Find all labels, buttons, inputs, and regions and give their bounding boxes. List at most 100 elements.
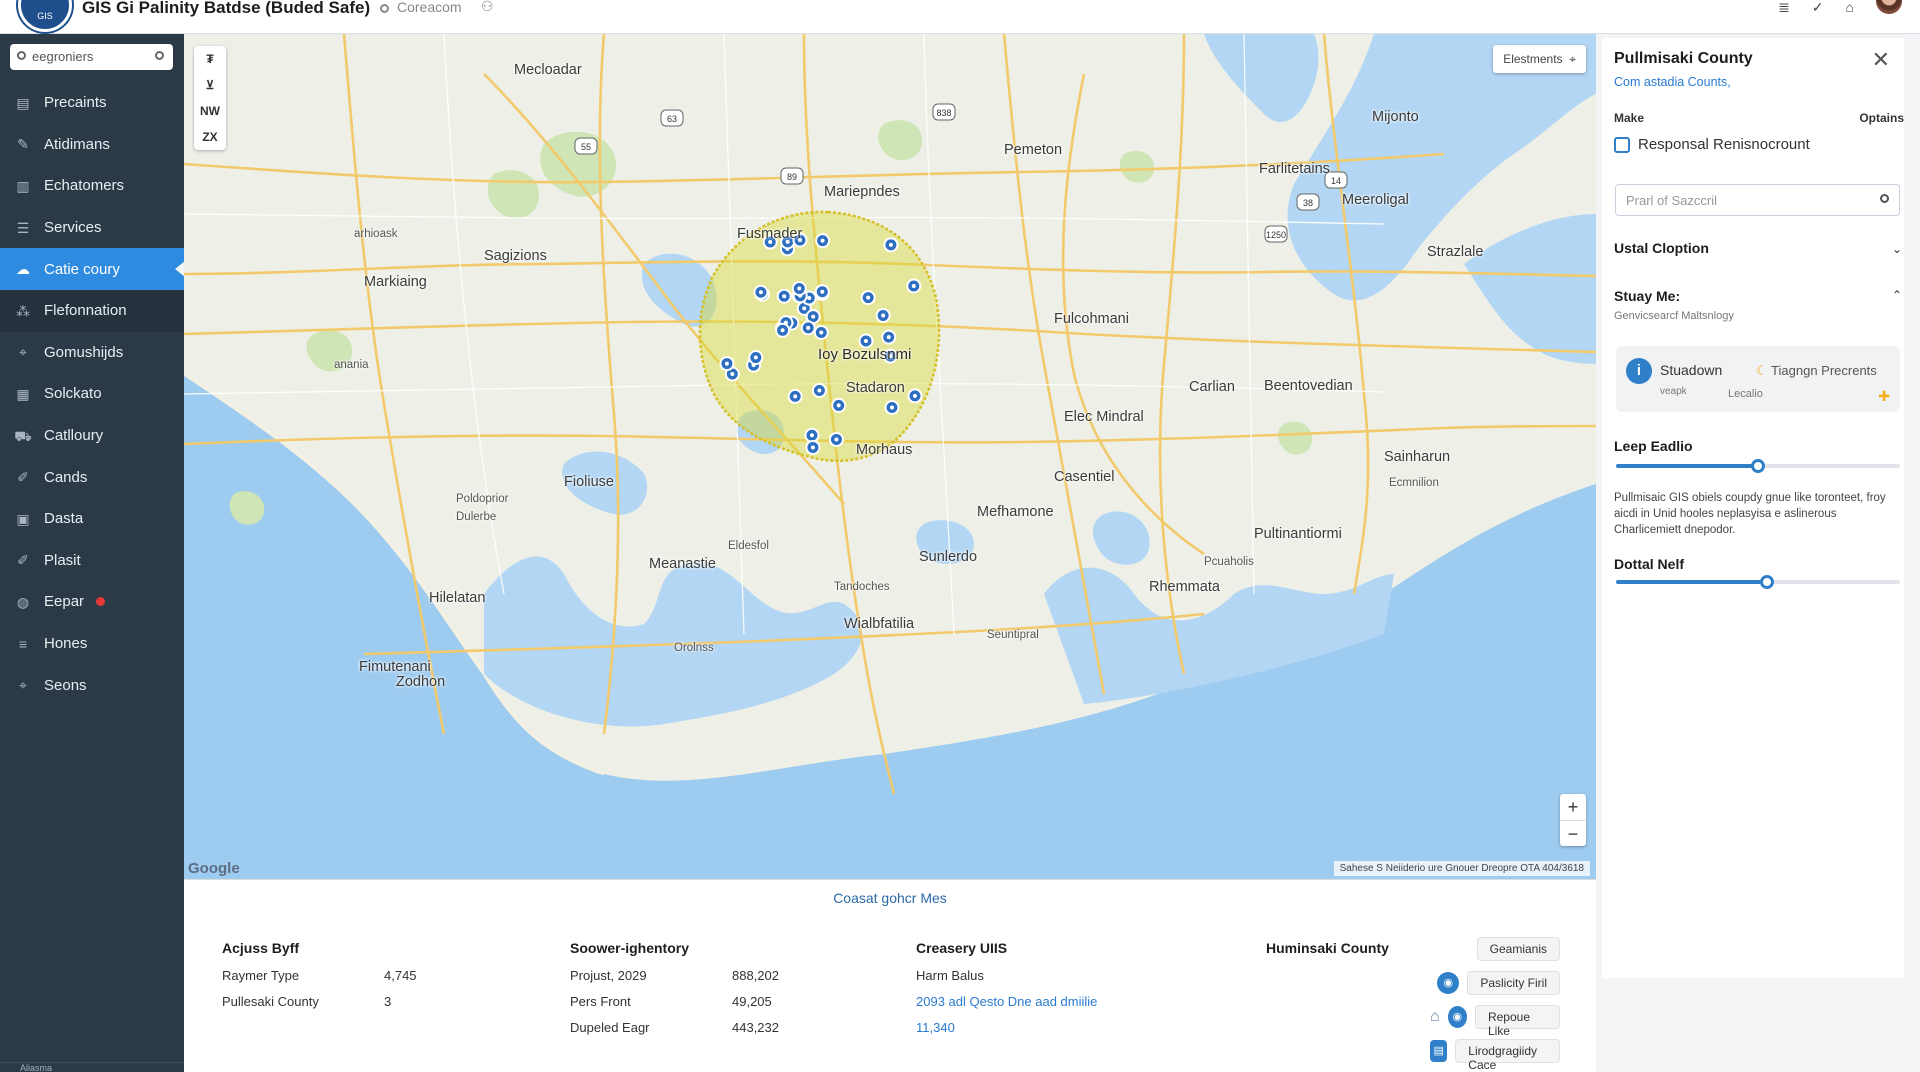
sidebar-item-seons[interactable]: ⌖ Seons (0, 664, 184, 706)
map-marker[interactable] (875, 308, 891, 324)
action-button[interactable]: Paslicity Firil (1467, 970, 1560, 995)
map-place-label: Mecloadar (514, 62, 582, 78)
sidebar-item-precaints[interactable]: ▤ Precaints (0, 82, 184, 124)
stack-icon: ≡ (18, 635, 28, 652)
bottom-panel-title[interactable]: Coasat gohcr Mes (184, 890, 1596, 906)
card-sub2: Lecalio (1728, 388, 1763, 400)
sidebar-item-solckato[interactable]: ▦ Solckato (0, 373, 184, 415)
sidebar-item-plasit[interactable]: ✐ Plasit (0, 540, 184, 582)
app-logo[interactable]: GIS (18, 0, 72, 32)
sidebar-item-flefonnation[interactable]: ⁂ Flefonnation (0, 289, 184, 332)
sidebar-footer: Aliasma (0, 1062, 184, 1072)
map-marker[interactable] (800, 320, 816, 336)
sidebar-search-input[interactable]: eegroniers (10, 44, 173, 70)
search-submit-icon[interactable] (155, 51, 164, 60)
map-marker[interactable] (828, 431, 844, 447)
sidebar-item-gomushijds[interactable]: ⌖ Gomushijds (0, 332, 184, 374)
sidebar-item-catlloury[interactable]: ⛟ Catlloury (0, 415, 184, 457)
route-shield: 63 (660, 109, 684, 127)
action-button[interactable]: Geamianis (1476, 936, 1560, 961)
elements-button[interactable]: Elestments ⌖ (1493, 45, 1586, 73)
sidebar-item-label: Seons (44, 676, 87, 694)
map-tool-select[interactable]: ⊻ (194, 72, 226, 98)
map-marker[interactable] (753, 284, 769, 300)
map-marker[interactable] (884, 400, 900, 416)
map-marker[interactable] (815, 233, 831, 249)
sidebar-item-label: Gomushijds (44, 343, 124, 361)
app-title: GIS Gi Palinity Batdse (Buded Safe) (82, 0, 371, 17)
chevron-down-icon[interactable]: ✓ (1812, 0, 1824, 14)
map-place-label: Pultinantiormi (1254, 526, 1342, 542)
home-icon[interactable]: ⌂ (1846, 0, 1854, 14)
chevron-up-icon[interactable]: ⌃ (1892, 288, 1902, 302)
zoom-out-button[interactable]: − (1560, 820, 1586, 846)
sidebar-item-atidimans[interactable]: ✎ Atidimans (0, 124, 184, 166)
section-stuay-me[interactable]: Stuay Me: (1614, 288, 1680, 304)
zoom-control: + − (1560, 794, 1586, 846)
info-card[interactable]: i Stuadown ☾ Tiagngn Precrents veapk Lec… (1616, 346, 1900, 412)
map-marker[interactable] (748, 350, 764, 366)
slider-fill (1616, 464, 1758, 468)
make-label: Make (1614, 111, 1645, 125)
slider-handle[interactable] (1759, 575, 1774, 589)
sidebar-item-hones[interactable]: ≡ Hones (0, 623, 184, 665)
sidebar-item-catie-coury[interactable]: ☁ Catie coury (0, 248, 185, 290)
car-icon: ⛟ (14, 427, 32, 444)
slider-leep-eadlio[interactable] (1616, 459, 1900, 473)
panel-description: Pullmisaic GIS obiels coupdy gnue like t… (1614, 492, 1886, 536)
map-marker[interactable] (719, 356, 735, 372)
action-button[interactable]: Repoue Like (1474, 1004, 1560, 1038)
map-place-label: Sainharun (1384, 449, 1451, 465)
map-marker[interactable] (804, 427, 820, 443)
responsal-checkbox[interactable]: Responsal Renisnocrount (1614, 136, 1810, 153)
pin-icon: ⌖ (19, 344, 27, 361)
map-marker[interactable] (883, 237, 899, 253)
row-link[interactable]: 2093 adl Qesto Dne aad dmiilie (916, 994, 1097, 1020)
map-marker[interactable] (860, 290, 876, 306)
search-icon[interactable] (1880, 194, 1889, 203)
chevron-down-icon[interactable]: ⌄ (1892, 242, 1902, 256)
map-marker[interactable] (775, 322, 791, 338)
map-tool-measure[interactable]: NW (194, 98, 226, 124)
map-marker[interactable] (805, 439, 821, 455)
sidebar-item-dasta[interactable]: ▣ Dasta (0, 498, 184, 540)
avatar[interactable] (1876, 0, 1902, 14)
map-marker[interactable] (831, 397, 847, 413)
sidebar-item-services[interactable]: ☰ Services (0, 207, 184, 249)
row-link[interactable]: 11,340 (916, 1020, 1078, 1046)
map-marker[interactable] (881, 329, 897, 345)
menu-icon[interactable]: ≣ (1778, 0, 1790, 14)
map-place-label: Carlian (1189, 379, 1235, 395)
map-marker[interactable] (907, 388, 923, 404)
sidebar-item-cands[interactable]: ✐ Cands (0, 456, 184, 498)
map-marker[interactable] (791, 281, 807, 297)
slider-dottal-nelf[interactable] (1616, 575, 1900, 589)
zoom-in-button[interactable]: + (1560, 794, 1586, 820)
map-marker[interactable] (906, 278, 922, 294)
map-tool-zoom[interactable]: ZX (194, 124, 226, 150)
map-tool-pan[interactable]: ₮ (194, 46, 226, 72)
close-icon[interactable]: ✕ (1872, 47, 1890, 73)
stats-column-3: Creasery UIIS Harm Balus 2093 adl Qesto … (916, 940, 1097, 1046)
map-view[interactable]: 63 89 55 838 1250 38 14 Mecloadar Pemeton Mariep… (184, 34, 1596, 879)
map-marker[interactable] (787, 388, 803, 404)
map-marker[interactable] (776, 288, 792, 304)
sidebar-item-echatomers[interactable]: ▥ Echatomers (0, 165, 184, 207)
checkbox-box[interactable] (1614, 136, 1630, 153)
map-marker[interactable] (814, 284, 830, 300)
panel-title: Pullmisaki County (1614, 50, 1753, 67)
options-label[interactable]: Optains (1859, 111, 1904, 125)
map-marker[interactable] (813, 324, 829, 340)
map-marker[interactable] (811, 383, 827, 399)
panel-subtitle[interactable]: Com astadia Counts, (1614, 75, 1731, 89)
action-button[interactable]: Lirodgragiidy Cace (1455, 1038, 1560, 1072)
sidebar-item-label: Precaints (44, 94, 107, 112)
panel-search-input[interactable]: Prarl of Sazccril (1615, 184, 1900, 216)
sidebar: eegroniers ▤ Precaints ✎ Atidimans ▥ Echatome… (0, 34, 185, 1072)
slider-handle[interactable] (1751, 459, 1765, 473)
sidebar-item-eepar[interactable]: ◍ Eepar (0, 581, 184, 623)
map-place-label: anania (334, 359, 369, 371)
section-ustal-cloption[interactable]: Ustal Cloption (1614, 240, 1709, 256)
top-search[interactable]: Coreacom (380, 0, 462, 15)
user-group-icon[interactable]: ⚇ (481, 0, 494, 15)
